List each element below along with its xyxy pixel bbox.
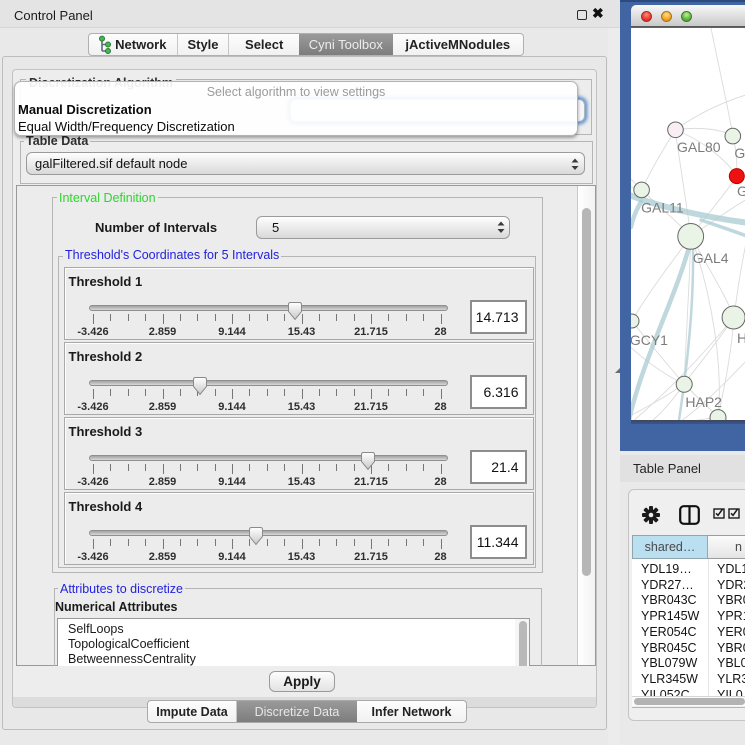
svg-text:GCY1: GCY1: [631, 332, 668, 348]
svg-text:H: H: [737, 330, 745, 346]
svg-text:GAL4: GAL4: [693, 250, 729, 266]
svg-text:GA: GA: [734, 145, 745, 161]
svg-text:G: G: [737, 183, 745, 199]
svg-text:HAP2: HAP2: [685, 394, 722, 410]
svg-text:GAL11: GAL11: [641, 200, 684, 216]
svg-text:GAL80: GAL80: [677, 139, 721, 155]
